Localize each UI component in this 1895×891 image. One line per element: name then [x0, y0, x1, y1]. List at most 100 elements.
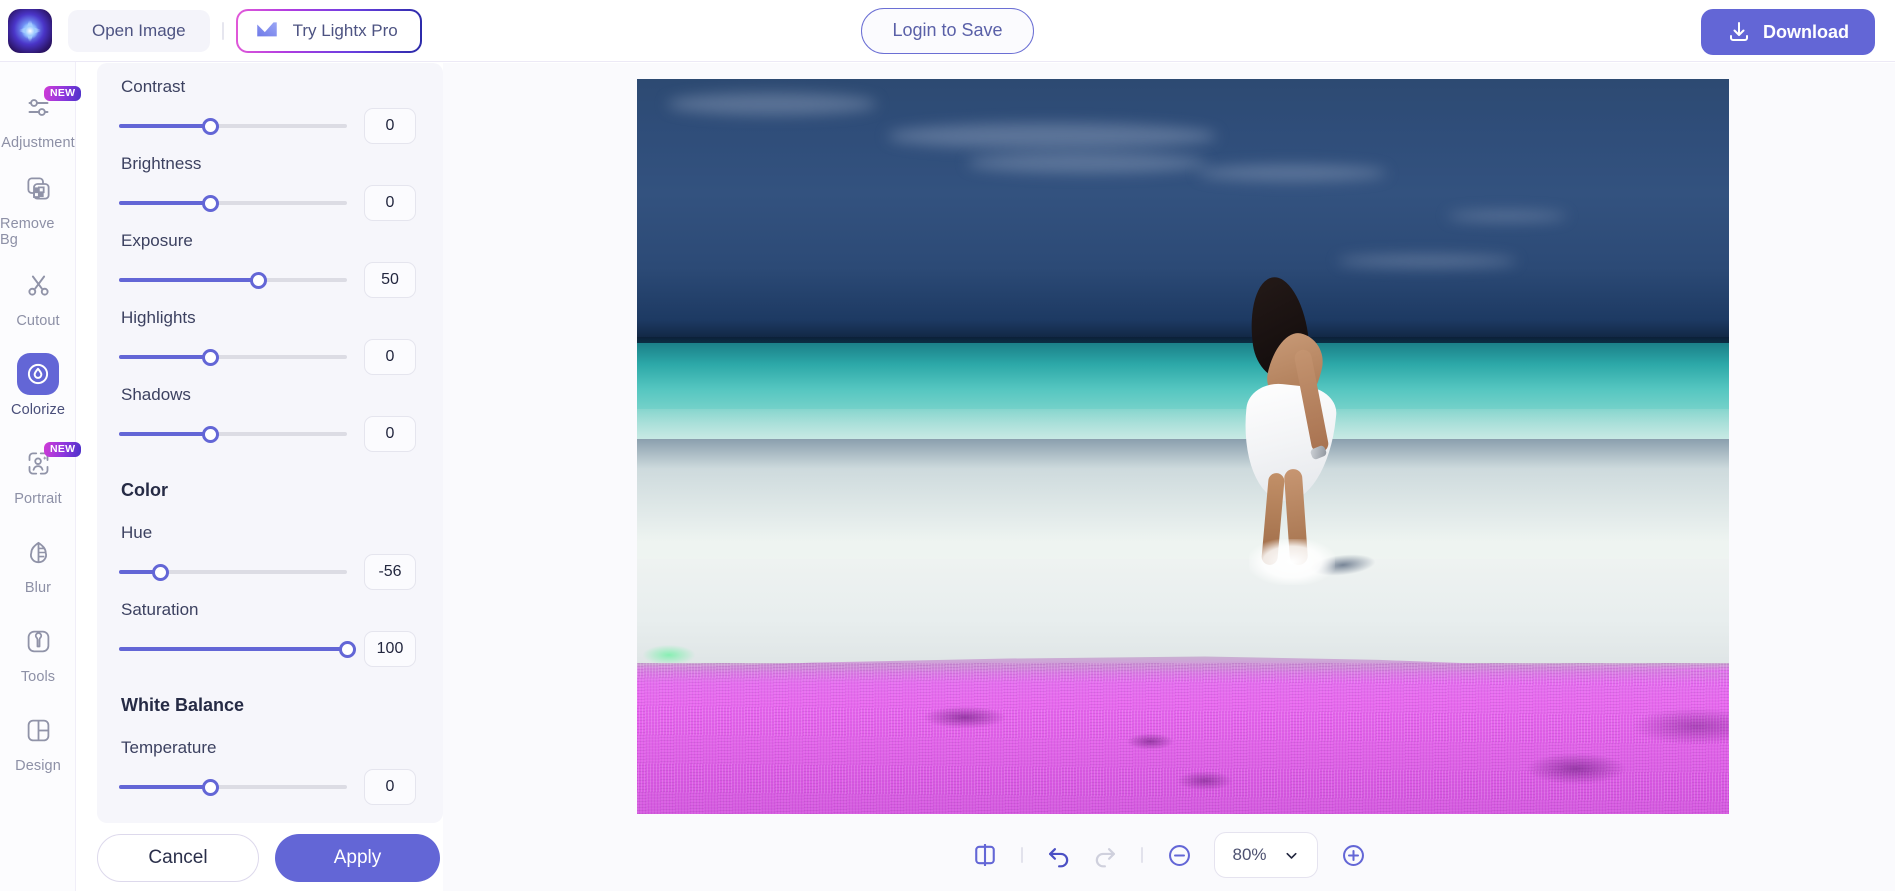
cloud: [967, 153, 1207, 173]
sidebar-label-portrait: Portrait: [14, 491, 62, 507]
open-image-button[interactable]: Open Image: [68, 10, 210, 52]
control-shadows: Shadows 0: [119, 385, 417, 452]
slider-fill: [119, 124, 210, 128]
slider-contrast[interactable]: [119, 117, 347, 135]
panel-scroll-area[interactable]: Contrast 0 Brightness 0: [97, 63, 443, 823]
slider-knob[interactable]: [250, 272, 267, 289]
pro-button-label: Try Lightx Pro: [293, 21, 398, 41]
value-contrast[interactable]: 0: [364, 108, 416, 144]
scissors-icon: [17, 264, 59, 306]
control-exposure: Exposure 50: [119, 231, 417, 298]
download-button-label: Download: [1763, 22, 1849, 43]
label-hue: Hue: [121, 523, 417, 543]
remove-bg-icon: [17, 167, 59, 209]
label-highlights: Highlights: [121, 308, 417, 328]
slider-temperature[interactable]: [119, 778, 347, 796]
slider-knob[interactable]: [339, 641, 356, 658]
label-exposure: Exposure: [121, 231, 417, 251]
login-to-save-button[interactable]: Login to Save: [861, 8, 1033, 54]
slider-shadows[interactable]: [119, 425, 347, 443]
cloud: [667, 93, 877, 115]
sidebar-item-blur[interactable]: Blur: [0, 519, 76, 608]
slider-fill: [119, 647, 347, 651]
slider-saturation[interactable]: [119, 640, 347, 658]
pro-badge-icon: [254, 18, 280, 44]
colorize-adjustment-panel: Contrast 0 Brightness 0: [97, 63, 443, 823]
control-highlights: Highlights 0: [119, 308, 417, 375]
zoom-out-icon: [1166, 842, 1193, 869]
redo-icon: [1091, 841, 1119, 869]
slider-fill: [119, 278, 258, 282]
compare-split-icon: [971, 841, 999, 869]
value-shadows[interactable]: 0: [364, 416, 416, 452]
control-brightness: Brightness 0: [119, 154, 417, 221]
slider-knob[interactable]: [202, 426, 219, 443]
droplet-icon: [17, 353, 59, 395]
cancel-button[interactable]: Cancel: [97, 834, 259, 882]
layout-icon: [17, 709, 59, 751]
tool-sidebar: NEW Adjustment Remove Bg Cutou: [0, 62, 76, 891]
image-green-patch: [643, 645, 695, 665]
slider-hue[interactable]: [119, 563, 347, 581]
canvas-bottom-toolbar: 80%: [443, 819, 1895, 891]
image-colorized-sand-region: [637, 663, 1729, 814]
value-saturation[interactable]: 100: [364, 631, 416, 667]
slider-knob[interactable]: [202, 118, 219, 135]
zoom-level-select[interactable]: 80%: [1214, 832, 1318, 878]
slider-knob[interactable]: [202, 349, 219, 366]
toolbar-divider: [1141, 847, 1143, 863]
app-logo-icon[interactable]: [8, 9, 52, 53]
slider-knob[interactable]: [202, 195, 219, 212]
cloud: [887, 123, 1217, 149]
label-brightness: Brightness: [121, 154, 417, 174]
sidebar-item-cutout[interactable]: Cutout: [0, 252, 76, 341]
slider-exposure[interactable]: [119, 271, 347, 289]
sand-texture: [637, 663, 1729, 814]
slider-brightness[interactable]: [119, 194, 347, 212]
control-contrast: Contrast 0: [119, 77, 417, 144]
sidebar-item-design[interactable]: Design: [0, 697, 76, 786]
zoom-out-button[interactable]: [1156, 832, 1202, 878]
new-badge: NEW: [44, 442, 81, 457]
apply-button[interactable]: Apply: [275, 834, 440, 882]
slider-knob[interactable]: [202, 779, 219, 796]
value-brightness[interactable]: 0: [364, 185, 416, 221]
control-hue: Hue -56: [119, 523, 417, 590]
control-temperature: Temperature 0: [119, 738, 417, 805]
sidebar-item-portrait[interactable]: NEW Portrait: [0, 430, 76, 519]
sidebar-item-remove-bg[interactable]: Remove Bg: [0, 163, 76, 252]
download-icon: [1727, 20, 1751, 44]
zoom-in-button[interactable]: [1330, 832, 1376, 878]
value-temperature[interactable]: 0: [364, 769, 416, 805]
sidebar-item-tools[interactable]: Tools: [0, 608, 76, 697]
toolbar-divider: [1021, 847, 1023, 863]
slider-highlights[interactable]: [119, 348, 347, 366]
redo-button[interactable]: [1082, 832, 1128, 878]
download-button[interactable]: Download: [1701, 9, 1875, 55]
value-highlights[interactable]: 0: [364, 339, 416, 375]
cloud: [1447, 211, 1567, 221]
undo-button[interactable]: [1036, 832, 1082, 878]
toolbar-divider: [222, 22, 224, 40]
sidebar-item-adjustment[interactable]: NEW Adjustment: [0, 74, 76, 163]
blur-leaf-icon: [17, 531, 59, 573]
new-badge: NEW: [44, 86, 81, 101]
try-lightx-pro-button[interactable]: Try Lightx Pro: [236, 9, 422, 53]
compare-button[interactable]: [962, 832, 1008, 878]
canvas-workspace[interactable]: [443, 63, 1895, 891]
value-hue[interactable]: -56: [364, 554, 416, 590]
sidebar-label-colorize: Colorize: [11, 402, 65, 418]
panel-action-bar: Cancel Apply: [97, 833, 443, 883]
slider-fill: [119, 355, 210, 359]
slider-knob[interactable]: [152, 564, 169, 581]
label-temperature: Temperature: [121, 738, 417, 758]
undo-icon: [1045, 841, 1073, 869]
edited-image-canvas[interactable]: [637, 79, 1729, 814]
slider-fill: [119, 201, 210, 205]
control-saturation: Saturation 100: [119, 600, 417, 667]
zoom-level-value: 80%: [1232, 845, 1266, 865]
value-exposure[interactable]: 50: [364, 262, 416, 298]
zoom-in-icon: [1340, 842, 1367, 869]
sidebar-item-colorize[interactable]: Colorize: [0, 341, 76, 430]
cloud: [1197, 165, 1387, 181]
